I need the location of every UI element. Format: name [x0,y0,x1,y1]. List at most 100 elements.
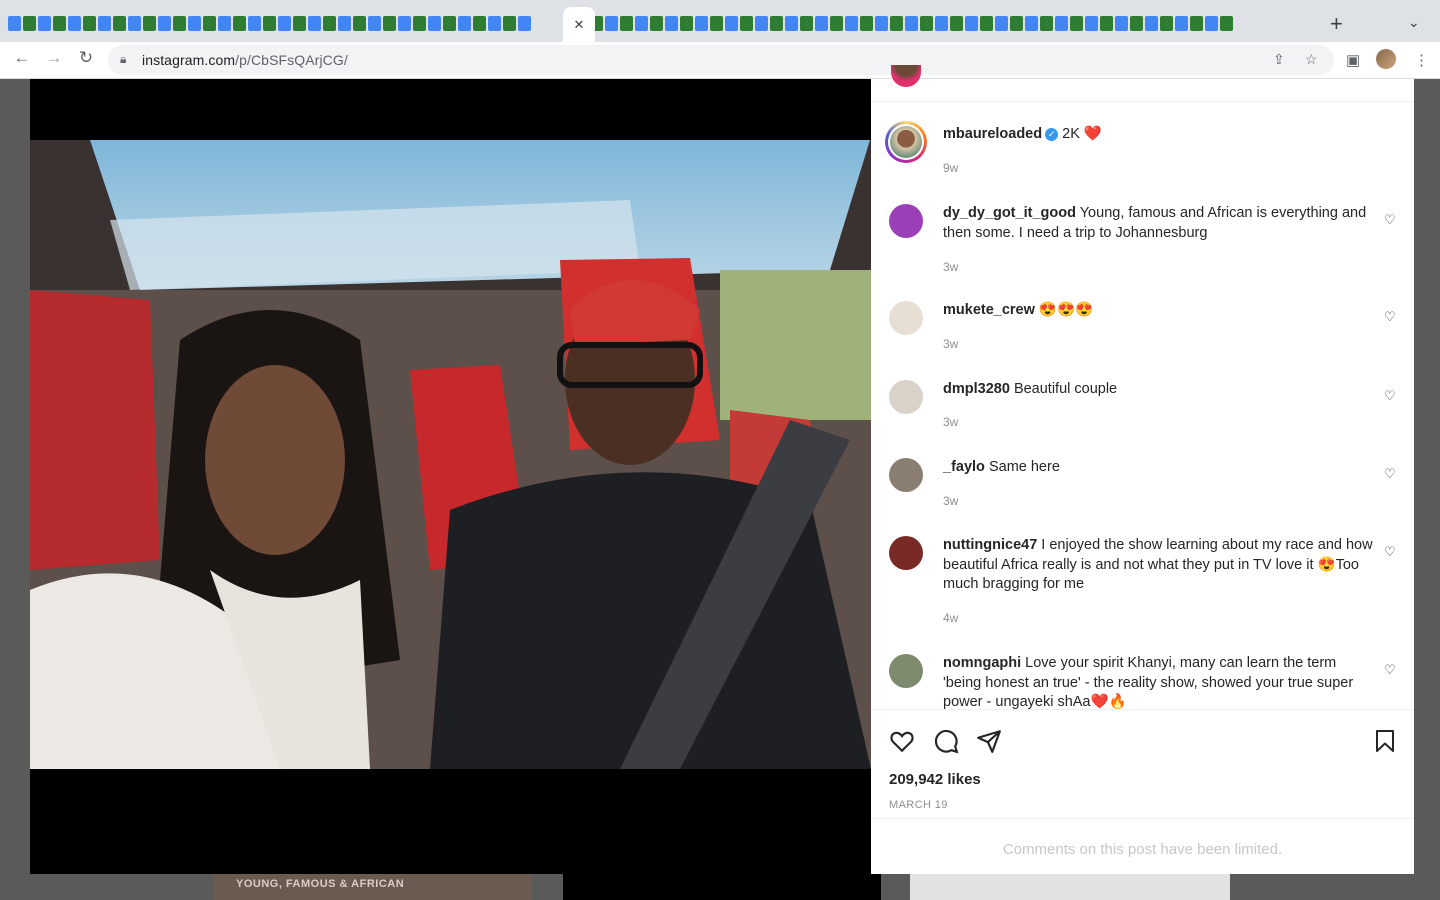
tab-favicon-icon[interactable] [710,16,723,31]
tab-favicon-icon[interactable] [665,16,678,31]
tab-favicon-icon[interactable] [1070,16,1083,31]
tab-favicon-icon[interactable] [845,16,858,31]
tab-favicon-icon[interactable] [128,16,141,31]
tab-favicon-icon[interactable] [68,16,81,31]
tab-favicon-icon[interactable] [233,16,246,31]
commenter-avatar[interactable] [889,458,923,492]
tab-favicon-icon[interactable] [518,16,531,31]
tab-favicon-icon[interactable] [1205,16,1218,31]
tab-favicon-icon[interactable] [323,16,336,31]
comment-username[interactable]: mukete_crew [943,302,1035,318]
comment-username[interactable]: nomngaphi [943,655,1021,671]
post-date[interactable]: MARCH 19 [889,799,948,811]
tab-favicon-icon[interactable] [875,16,888,31]
tab-favicon-icon[interactable] [38,16,51,31]
lock-icon[interactable]: 🔒︎ [120,52,126,67]
commenter-avatar[interactable] [889,301,923,335]
tab-favicon-icon[interactable] [203,16,216,31]
bookmark-star-icon[interactable]: ☆ [1305,51,1318,68]
tab-favicon-icon[interactable] [1040,16,1053,31]
address-bar[interactable]: 🔒︎ instagram.com/p/CbSFsQArjCG/ ⇪ ☆ [108,45,1334,75]
tab-favicon-icon[interactable] [473,16,486,31]
tab-favicons[interactable] [8,16,1318,34]
tab-favicon-icon[interactable] [620,16,633,31]
comment-like-heart-icon[interactable]: ♡ [1384,662,1396,678]
tab-favicon-icon[interactable] [1115,16,1128,31]
tab-favicon-icon[interactable] [770,16,783,31]
save-bookmark-icon[interactable] [1373,728,1397,754]
tab-favicon-icon[interactable] [980,16,993,31]
share-icon[interactable]: ⇪ [1273,51,1285,68]
tab-favicon-icon[interactable] [680,16,693,31]
tab-favicon-icon[interactable] [443,16,456,31]
menu-kebab-icon[interactable]: ⋮ [1414,51,1429,69]
tab-favicon-icon[interactable] [503,16,516,31]
comment-time[interactable]: 3w [943,494,958,508]
tab-favicon-icon[interactable] [383,16,396,31]
tab-favicon-icon[interactable] [368,16,381,31]
tab-favicon-icon[interactable] [1175,16,1188,31]
tab-favicon-icon[interactable] [920,16,933,31]
sidepanel-icon[interactable]: ▣ [1346,51,1360,69]
like-heart-icon[interactable] [889,728,915,754]
tab-favicon-icon[interactable] [218,16,231,31]
tab-favicon-icon[interactable] [995,16,1008,31]
comment-time[interactable]: 3w [943,415,958,429]
tab-favicon-icon[interactable] [23,16,36,31]
caption-time[interactable]: 9w [943,161,958,175]
tab-favicon-icon[interactable] [695,16,708,31]
tab-favicon-icon[interactable] [398,16,411,31]
tab-search-icon[interactable]: ⌄ [1408,14,1420,31]
tab-favicon-icon[interactable] [83,16,96,31]
tab-favicon-icon[interactable] [890,16,903,31]
comment-time[interactable]: 3w [943,337,958,351]
tab-close-icon[interactable]: ✕ [574,17,585,33]
comment-time[interactable]: 4w [943,611,958,625]
comment-username[interactable]: _faylo [943,459,985,475]
background-thumbnail[interactable]: YOUNG, FAMOUS & AFRICAN [214,873,532,900]
url-text[interactable]: instagram.com/p/CbSFsQArjCG/ [142,52,348,68]
new-tab-button[interactable]: + [1330,11,1343,37]
commenter-avatar[interactable] [889,380,923,414]
tab-favicon-icon[interactable] [278,16,291,31]
tab-favicon-icon[interactable] [740,16,753,31]
commenter-avatar[interactable] [889,204,923,238]
tab-favicon-icon[interactable] [263,16,276,31]
profile-avatar[interactable] [1376,49,1396,69]
tab-favicon-icon[interactable] [143,16,156,31]
tab-favicon-icon[interactable] [815,16,828,31]
comment-username[interactable]: nuttingnice47 [943,537,1037,553]
tab-favicon-icon[interactable] [248,16,261,31]
owner-avatar[interactable] [885,121,927,163]
tab-favicon-icon[interactable] [965,16,978,31]
tab-favicon-icon[interactable] [1085,16,1098,31]
tab-favicon-icon[interactable] [605,16,618,31]
share-send-icon[interactable] [976,728,1002,754]
comment-time[interactable]: 3w [943,260,958,274]
reload-icon[interactable]: ↻ [74,48,98,68]
tab-favicon-icon[interactable] [8,16,21,31]
comment-like-heart-icon[interactable]: ♡ [1384,466,1396,482]
tab-favicon-icon[interactable] [173,16,186,31]
tab-favicon-icon[interactable] [1145,16,1158,31]
forward-icon[interactable]: → [42,48,66,68]
header-avatar[interactable] [891,65,921,87]
tab-favicon-icon[interactable] [338,16,351,31]
post-photo[interactable] [30,140,871,769]
comment-like-heart-icon[interactable]: ♡ [1384,212,1396,228]
commenter-avatar[interactable] [889,654,923,688]
tab-favicon-icon[interactable] [488,16,501,31]
tab-favicon-icon[interactable] [428,16,441,31]
tab-favicon-icon[interactable] [650,16,663,31]
tab-favicon-icon[interactable] [308,16,321,31]
comment-username[interactable]: dy_dy_got_it_good [943,205,1076,221]
tab-favicon-icon[interactable] [113,16,126,31]
owner-username[interactable]: mbaureloaded [943,126,1042,142]
background-thumbnail[interactable] [910,873,1230,900]
tab-favicon-icon[interactable] [905,16,918,31]
tab-favicon-icon[interactable] [413,16,426,31]
comment-bubble-icon[interactable] [933,728,959,754]
comment-like-heart-icon[interactable]: ♡ [1384,309,1396,325]
tab-favicon-icon[interactable] [98,16,111,31]
active-tab[interactable]: ✕ [563,7,595,42]
